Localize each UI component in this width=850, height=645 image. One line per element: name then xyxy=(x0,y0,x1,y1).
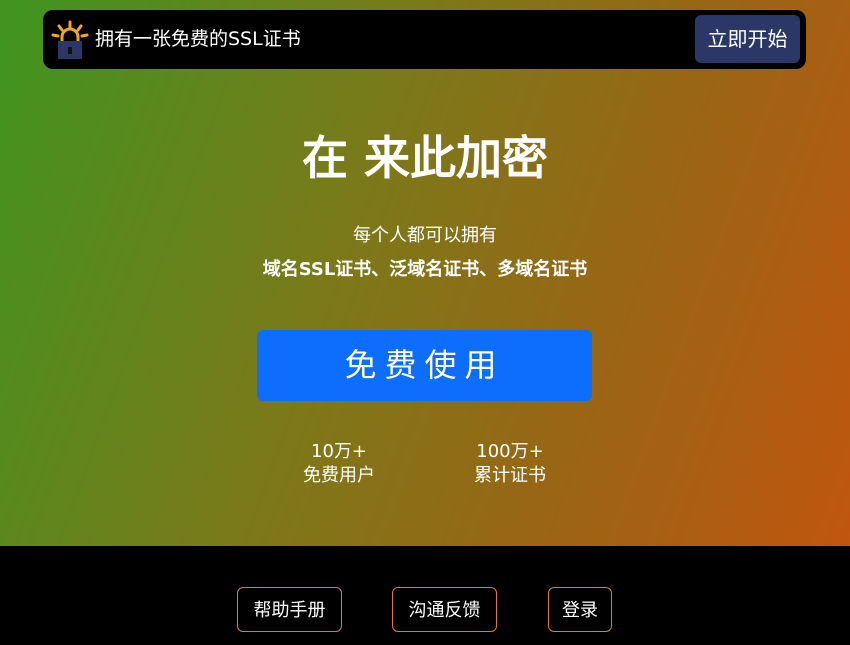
footer: 帮助手册 沟通反馈 登录 xyxy=(0,546,850,645)
login-button[interactable]: 登录 xyxy=(548,587,612,632)
page-title: 在 来此加密 xyxy=(301,131,548,185)
stat-users: 10万+ 免费用户 xyxy=(269,440,409,488)
hero-section: 拥有一张免费的SSL证书 立即开始 在 来此加密 每个人都可以拥有 域名SSL证… xyxy=(0,0,850,546)
stat-value: 10万+ xyxy=(311,441,367,462)
hero-features: 域名SSL证书、泛域名证书、多域名证书 xyxy=(262,259,588,280)
stat-value: 100万+ xyxy=(476,441,544,462)
top-banner: 拥有一张免费的SSL证书 立即开始 xyxy=(43,10,806,69)
free-use-button[interactable]: 免费使用 xyxy=(257,330,592,401)
help-manual-button[interactable]: 帮助手册 xyxy=(237,587,342,632)
padlock-sun-icon xyxy=(51,20,89,59)
stat-label: 累计证书 xyxy=(474,465,546,486)
hero-subtitle: 每个人都可以拥有 xyxy=(353,225,497,246)
stat-certificates: 100万+ 累计证书 xyxy=(440,440,580,488)
banner-title: 拥有一张免费的SSL证书 xyxy=(95,28,301,50)
start-now-button[interactable]: 立即开始 xyxy=(695,15,800,63)
stat-label: 免费用户 xyxy=(303,465,375,486)
feedback-button[interactable]: 沟通反馈 xyxy=(392,587,497,632)
